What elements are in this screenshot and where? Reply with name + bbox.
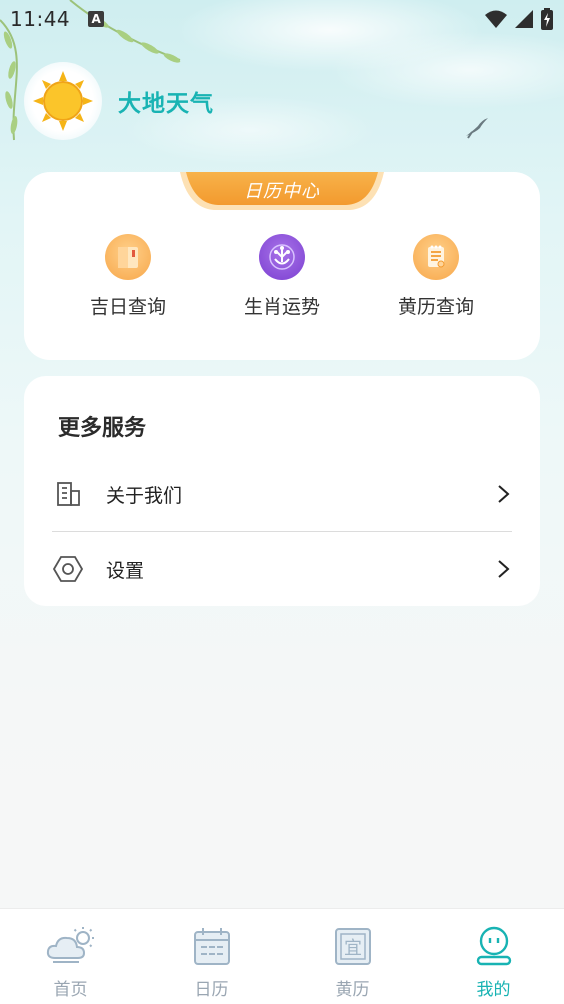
svg-text:宜: 宜 [344, 938, 362, 959]
sun-icon [24, 62, 102, 140]
feature-label: 黄历查询 [397, 296, 474, 318]
bottom-tab-bar: 首页 日历 宜 黄历 我的 [0, 908, 564, 1004]
tab-label: 日历 [194, 980, 229, 1000]
status-indicators [484, 8, 554, 30]
feature-label: 吉日查询 [89, 296, 166, 318]
feature-label: 生肖运势 [243, 296, 320, 318]
weather-icon [45, 925, 97, 967]
zodiac-icon [259, 234, 305, 280]
tab-almanac[interactable]: 宜 黄历 [282, 909, 423, 1004]
app-title: 大地天气 [118, 91, 214, 117]
status-time: 11:44 [10, 7, 71, 31]
tab-label: 我的 [476, 980, 511, 1000]
calendar-icon [193, 925, 231, 967]
feature-zodiac-fortune[interactable]: 生肖运势 [222, 234, 342, 319]
about-us-label: 关于我们 [106, 484, 183, 507]
tab-mine[interactable]: 我的 [423, 909, 564, 1004]
notification-a-icon: A [88, 11, 105, 27]
bird-decoration [466, 118, 488, 139]
signal-icon [515, 10, 533, 28]
chevron-right-icon [498, 485, 510, 503]
battery-icon [541, 8, 553, 30]
tab-home[interactable]: 首页 [0, 909, 141, 1004]
tab-label: 首页 [53, 980, 88, 1000]
app-header: 大地天气 [24, 62, 214, 140]
settings-label: 设置 [106, 559, 145, 582]
book-icon [105, 234, 151, 280]
calendar-center-banner: 日历中心 [180, 172, 384, 210]
more-services-title: 更多服务 [58, 416, 147, 441]
calendar-center-card: 日历中心 吉日查询 生肖运势 黄历查询 [24, 172, 540, 360]
feature-auspicious-day[interactable]: 吉日查询 [68, 234, 188, 319]
wifi-icon [485, 10, 507, 28]
about-us-row[interactable]: 关于我们 [52, 474, 512, 514]
chevron-right-icon [498, 560, 510, 578]
row-divider [52, 531, 512, 532]
settings-hex-icon [52, 553, 84, 585]
status-bar: 11:44 A [0, 0, 564, 38]
more-services-card: 更多服务 关于我们 设置 [24, 376, 540, 606]
tab-label: 黄历 [335, 980, 370, 1000]
tab-calendar[interactable]: 日历 [141, 909, 282, 1004]
building-icon [52, 478, 84, 510]
almanac-tab-icon: 宜 [334, 925, 372, 967]
almanac-icon [413, 234, 459, 280]
settings-row[interactable]: 设置 [52, 549, 512, 589]
profile-icon [474, 925, 514, 967]
calendar-center-title: 日历中心 [244, 181, 320, 202]
feature-almanac-query[interactable]: 黄历查询 [376, 234, 496, 319]
